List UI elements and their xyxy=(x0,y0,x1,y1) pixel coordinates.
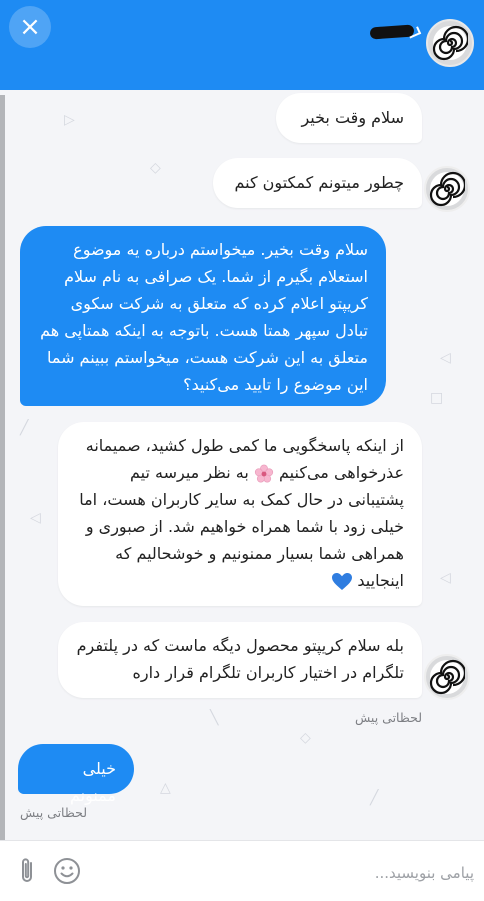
doodle-triangle: △ xyxy=(160,780,171,796)
spiral-avatar-icon xyxy=(432,25,468,61)
message-incoming[interactable]: سلام وقت بخیر xyxy=(276,93,422,143)
close-icon: × xyxy=(19,12,41,42)
scrollbar-thumb[interactable] xyxy=(0,95,5,840)
message-text: چطور میتونم کمکتون کنم xyxy=(234,173,405,192)
doodle-square: ◇ xyxy=(300,730,311,746)
message-outgoing[interactable]: خیلی ممنونم xyxy=(18,744,134,805)
doodle-line: ╱ xyxy=(370,790,379,806)
spiral-avatar-icon xyxy=(429,171,465,207)
message-text-part2: به نظر میرسه تیم پشتیبانی در حال کمک به … xyxy=(79,463,404,590)
scrollbar[interactable] xyxy=(0,95,5,840)
message-timestamp: لحظاتی پیش xyxy=(20,805,87,820)
message-text: خیلی ممنونم xyxy=(69,759,116,805)
agent-avatar xyxy=(424,654,470,700)
doodle-line: ╲ xyxy=(210,710,219,726)
message-text: سلام وقت بخیر. میخواستم درباره یه موضوع … xyxy=(40,240,368,394)
message-text: سلام وقت بخیر xyxy=(301,108,404,127)
close-button[interactable]: × xyxy=(9,6,51,48)
doodle-triangle: ◁ xyxy=(30,510,41,526)
message-input[interactable] xyxy=(100,859,476,887)
doodle-square: □ xyxy=(430,390,444,406)
message-incoming[interactable]: از اینکه پاسخگویی ما کمی طول کشید، صمیما… xyxy=(58,422,422,606)
contact-avatar[interactable] xyxy=(426,19,474,67)
chat-header: × xyxy=(0,0,484,90)
doodle-square: ◇ xyxy=(150,160,161,176)
doodle-triangle: ◁ xyxy=(440,350,451,366)
cherry-blossom-emoji xyxy=(254,464,274,482)
blue-heart-emoji xyxy=(332,572,353,590)
message-outgoing[interactable]: سلام وقت بخیر. میخواستم درباره یه موضوع … xyxy=(20,226,386,406)
message-timestamp: لحظاتی پیش xyxy=(355,710,422,725)
agent-avatar xyxy=(424,166,470,212)
doodle-line: ╱ xyxy=(20,420,29,436)
doodle-triangle: ▷ xyxy=(64,112,75,128)
message-incoming[interactable]: چطور میتونم کمکتون کنم xyxy=(213,158,422,208)
smiley-icon[interactable] xyxy=(53,857,81,885)
contact-name-redacted xyxy=(369,24,415,40)
message-composer xyxy=(0,840,484,901)
message-text: بله سلام کریپتو محصول دیگه ماست که در پل… xyxy=(76,636,404,682)
paperclip-icon[interactable] xyxy=(16,856,40,886)
doodle-triangle: ◁ xyxy=(440,570,451,586)
message-incoming[interactable]: بله سلام کریپتو محصول دیگه ماست که در پل… xyxy=(58,622,422,698)
spiral-avatar-icon xyxy=(429,659,465,695)
